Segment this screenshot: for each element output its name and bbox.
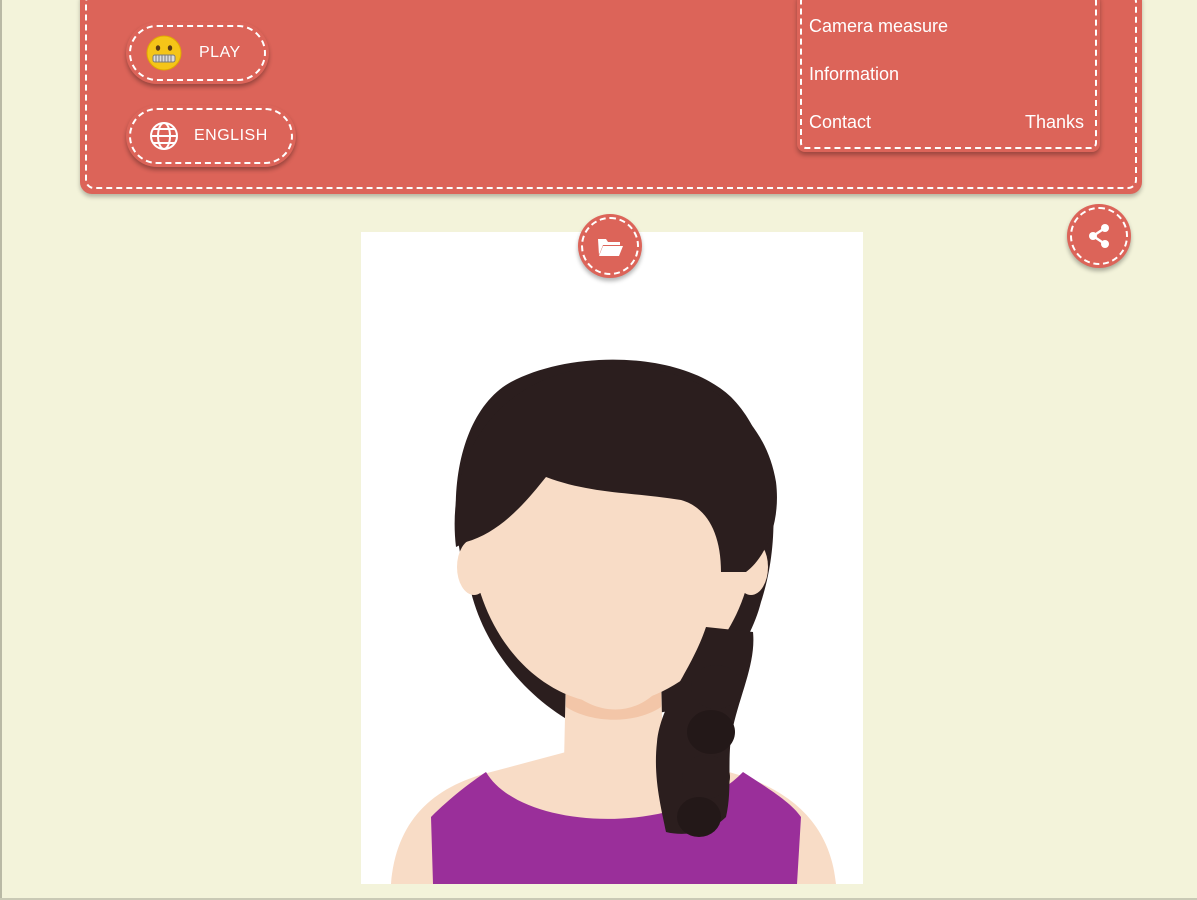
menu-panel: Camera measure Information Contact Thank… [797,0,1100,152]
avatar-photo [361,232,863,884]
play-button[interactable]: PLAY [126,22,269,84]
menu-item-information[interactable]: Information [809,64,899,85]
play-button-label: PLAY [199,44,241,61]
language-button-label: ENGLISH [194,127,268,144]
menu-item-contact[interactable]: Contact [809,112,871,133]
open-folder-button[interactable] [578,214,642,278]
share-button[interactable] [1067,204,1131,268]
window-left-border [0,0,2,900]
menu-item-camera-measure[interactable]: Camera measure [809,16,948,37]
woman-avatar-illustration [391,359,836,884]
menu-item-thanks[interactable]: Thanks [1025,112,1084,133]
share-icon [1089,224,1109,248]
open-folder-icon [598,239,623,256]
globe-icon [150,122,178,150]
language-button[interactable]: ENGLISH [126,105,296,167]
zipper-mouth-face-icon [146,35,182,71]
